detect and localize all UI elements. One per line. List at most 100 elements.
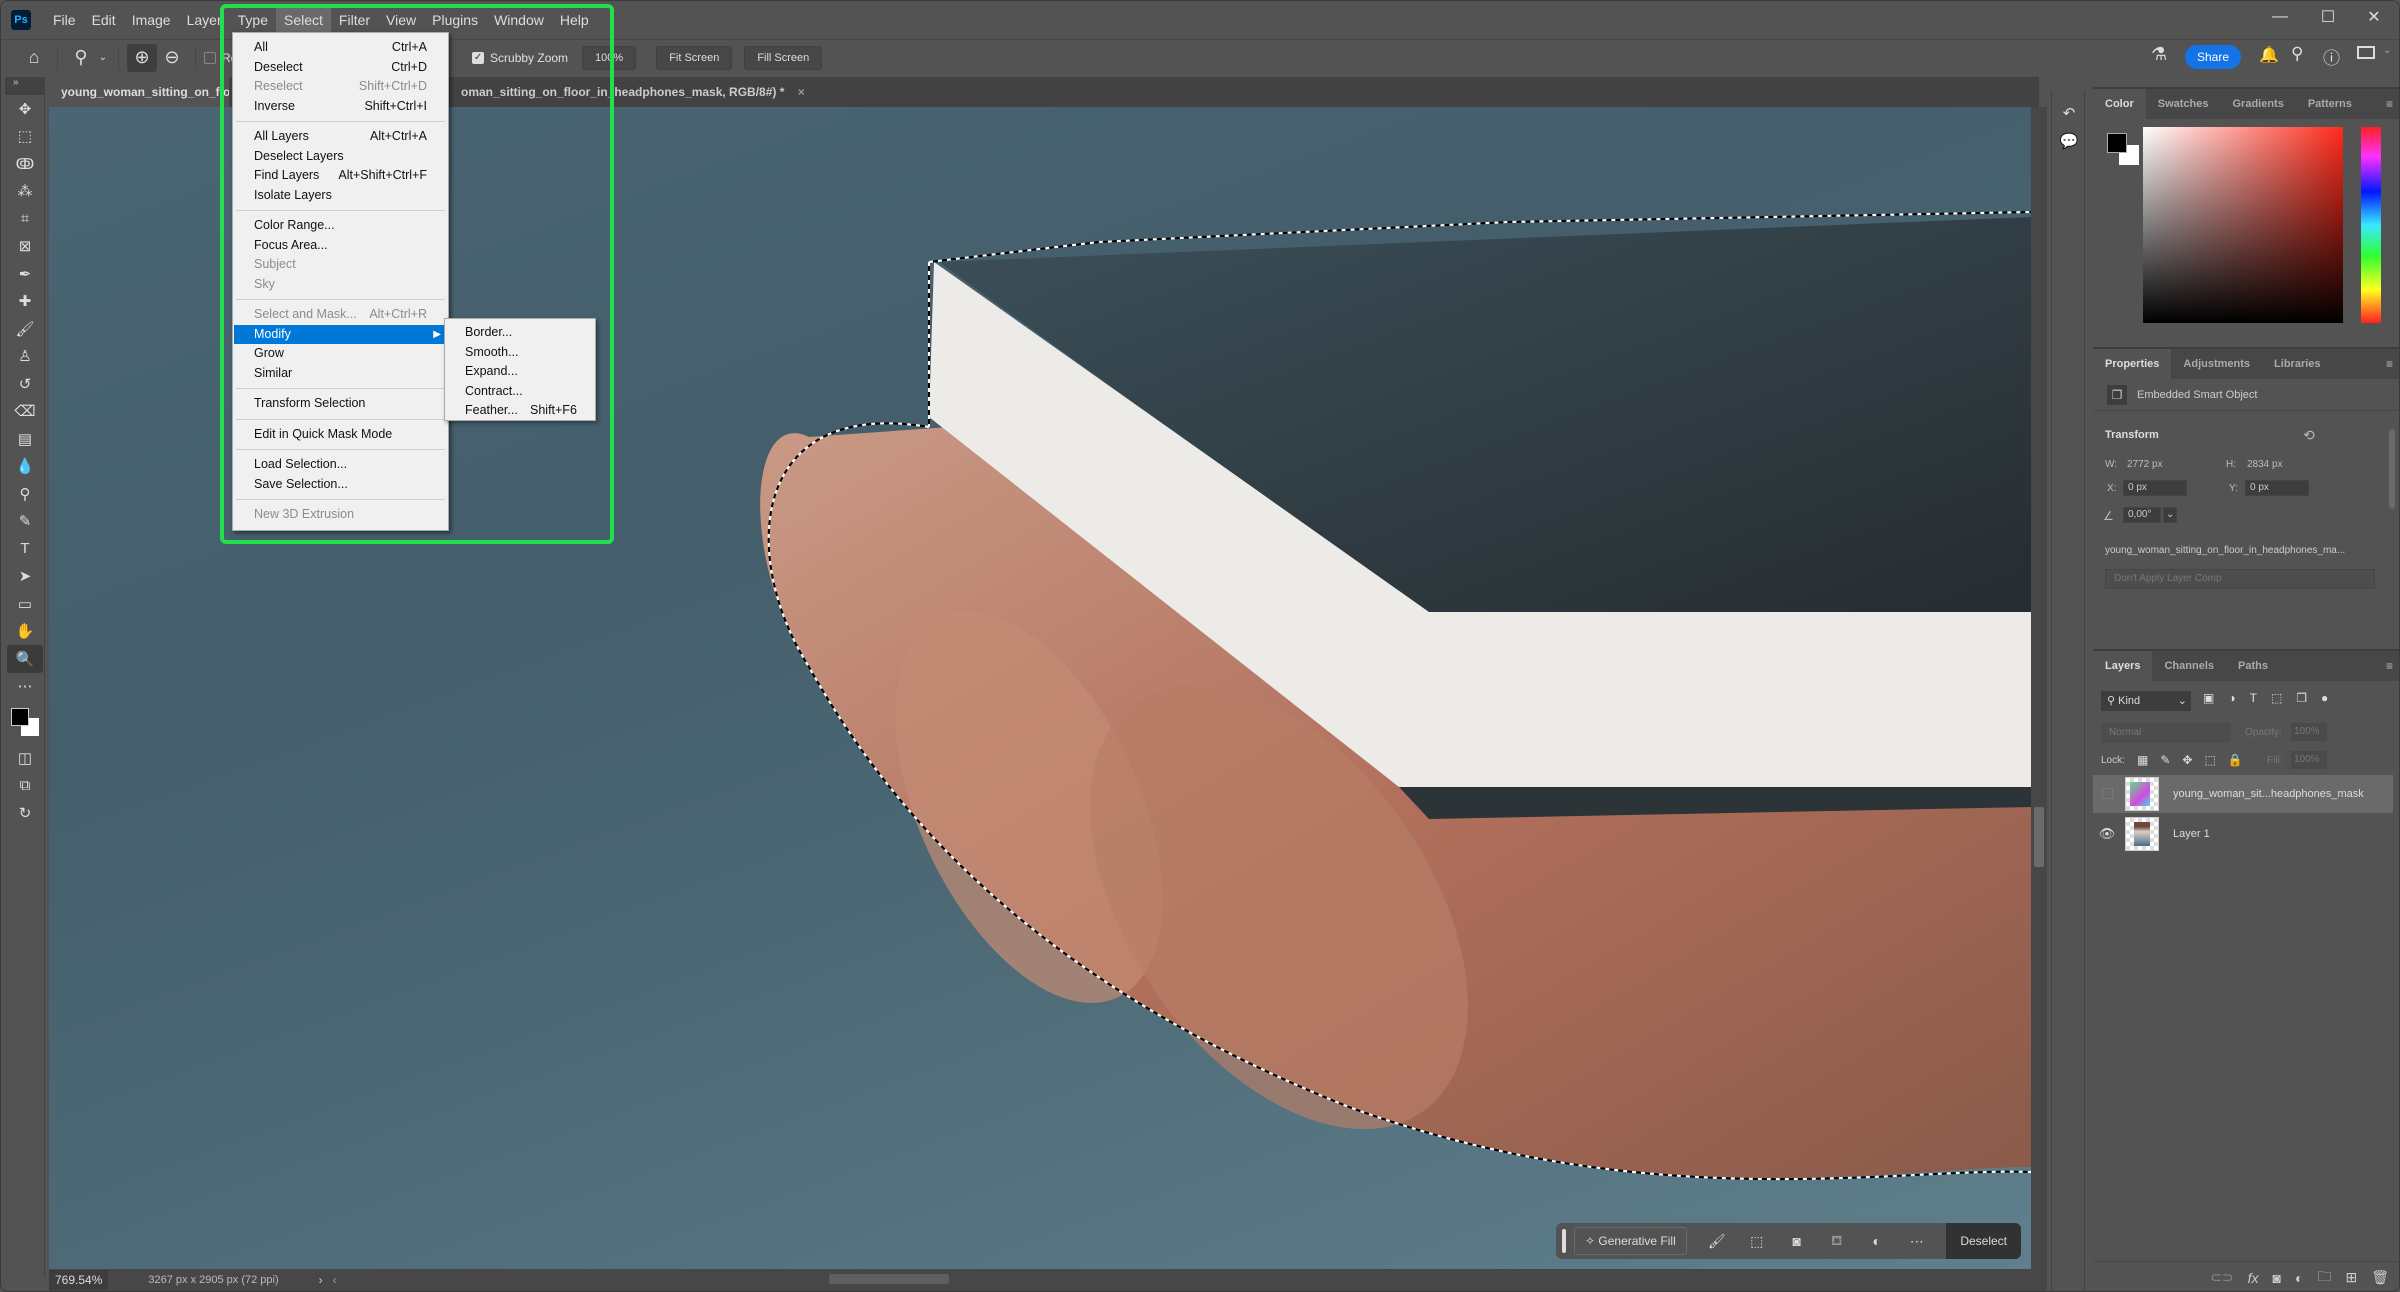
menu-item-save-selection[interactable]: Save Selection... bbox=[234, 475, 447, 494]
menu-type[interactable]: Type bbox=[230, 5, 276, 35]
document-tab-active[interactable]: young_woman_sitting_on_floor bbox=[49, 77, 229, 107]
status-chevron-icon[interactable]: › bbox=[319, 1273, 323, 1287]
menu-item-similar[interactable]: Similar bbox=[234, 364, 447, 383]
menu-select[interactable]: Select bbox=[276, 5, 331, 35]
dodge-icon[interactable]: ⚲ bbox=[7, 480, 43, 508]
fx-icon[interactable]: fx bbox=[2248, 1270, 2259, 1286]
zoom-in-icon[interactable]: ⊕ bbox=[127, 43, 157, 72]
vertical-scrollbar[interactable] bbox=[2031, 107, 2047, 1269]
close-window-button[interactable]: ✕ bbox=[2351, 1, 2397, 33]
adjustment-filter-icon[interactable]: ◑ bbox=[2228, 691, 2235, 705]
opacity-input[interactable]: 100% bbox=[2291, 723, 2327, 741]
scrubby-zoom-checkbox[interactable]: ✓ bbox=[472, 51, 485, 64]
maximize-button[interactable]: ☐ bbox=[2305, 1, 2351, 33]
shape-filter-icon[interactable]: ⬚ bbox=[2271, 691, 2282, 705]
menu-item-inverse[interactable]: Inverse Shift+Ctrl+I bbox=[234, 97, 447, 116]
tab-swatches[interactable]: Swatches bbox=[2146, 89, 2221, 119]
lock-pixels-icon[interactable]: ✎ bbox=[2160, 753, 2170, 767]
close-tab-icon[interactable]: × bbox=[798, 85, 805, 99]
share-button[interactable]: Share bbox=[2185, 45, 2241, 69]
delete-layer-icon[interactable]: 🗑 bbox=[2371, 1269, 2389, 1286]
zoom-level[interactable]: 769.54% bbox=[49, 1270, 109, 1290]
submenu-item-border[interactable]: Border... bbox=[445, 323, 595, 342]
beaker-icon[interactable]: ⚗ bbox=[2151, 44, 2167, 65]
new-layer-icon[interactable]: ⊞ bbox=[2345, 1269, 2357, 1286]
magic-wand-icon[interactable]: ⁂ bbox=[7, 178, 43, 206]
smart-object-filter-icon[interactable]: ❐ bbox=[2296, 691, 2307, 705]
home-icon[interactable]: ⌂ bbox=[19, 44, 49, 72]
angle-dropdown-chevron-icon[interactable]: ⌄ bbox=[2163, 507, 2177, 523]
clone-stamp-icon[interactable]: ♙ bbox=[7, 343, 43, 371]
submenu-item-smooth[interactable]: Smooth... bbox=[445, 343, 595, 362]
share-for-review-icon[interactable]: ↻ bbox=[7, 799, 43, 827]
lock-artboard-icon[interactable]: ⬚ bbox=[2204, 753, 2215, 767]
layer-filter-select[interactable]: ⚲ Kind ⌄ bbox=[2101, 691, 2191, 711]
layer-row[interactable]: 👁 Layer 1 bbox=[2093, 815, 2393, 853]
fit-screen-button[interactable]: Fit Screen bbox=[656, 45, 733, 70]
properties-scrollbar[interactable] bbox=[2389, 429, 2395, 509]
type-icon[interactable]: T bbox=[7, 535, 43, 563]
menu-image[interactable]: Image bbox=[124, 5, 179, 35]
chevron-down-icon[interactable]: ⌄ bbox=[96, 44, 110, 72]
menu-help[interactable]: Help bbox=[552, 5, 597, 35]
menu-item-color-range[interactable]: Color Range... bbox=[234, 216, 447, 235]
document-tab[interactable]: oman_sitting_on_floor_in_headphones_mask… bbox=[449, 77, 817, 107]
menu-item-focus-area[interactable]: Focus Area... bbox=[234, 236, 447, 255]
lock-position-icon[interactable]: ✥ bbox=[2182, 753, 2192, 767]
adjustment-layer-icon[interactable]: ◐ bbox=[1857, 1233, 1897, 1249]
more-tools-icon[interactable]: ⋯ bbox=[7, 673, 43, 701]
submenu-item-contract[interactable]: Contract... bbox=[445, 382, 595, 401]
chevron-down-icon[interactable]: ⌄ bbox=[2383, 45, 2391, 56]
scrollbar-thumb[interactable] bbox=[2034, 807, 2044, 867]
menu-view[interactable]: View bbox=[378, 5, 424, 35]
menu-item-all[interactable]: All Ctrl+A bbox=[234, 38, 447, 57]
tab-adjustments[interactable]: Adjustments bbox=[2171, 349, 2262, 379]
hue-slider[interactable] bbox=[2361, 127, 2381, 323]
color-picker-field[interactable] bbox=[2143, 127, 2343, 323]
generative-fill-button[interactable]: ✧ Generative Fill bbox=[1574, 1227, 1687, 1255]
frame-icon[interactable]: ⊠ bbox=[7, 233, 43, 261]
screen-mode-icon[interactable]: ⧉ bbox=[7, 772, 43, 800]
menu-edit[interactable]: Edit bbox=[84, 5, 124, 35]
tab-properties[interactable]: Properties bbox=[2093, 349, 2172, 379]
layer-name[interactable]: young_woman_sit...headphones_mask bbox=[2173, 788, 2364, 800]
menu-item-load-selection[interactable]: Load Selection... bbox=[234, 455, 447, 474]
foreground-color-swatch[interactable] bbox=[11, 708, 29, 726]
x-position-input[interactable]: 0 px bbox=[2123, 480, 2187, 496]
more-options-icon[interactable]: ⋯ bbox=[1897, 1233, 1937, 1250]
tab-paths[interactable]: Paths bbox=[2226, 651, 2280, 681]
reset-transform-icon[interactable]: ⟲ bbox=[2303, 427, 2315, 444]
menu-plugins[interactable]: Plugins bbox=[424, 5, 486, 35]
zoom-100-button[interactable]: 100% bbox=[582, 45, 637, 70]
y-position-input[interactable]: 0 px bbox=[2245, 480, 2309, 496]
help-icon[interactable]: ⓘ bbox=[2323, 44, 2340, 69]
minimize-button[interactable]: — bbox=[2257, 1, 2303, 33]
color-swatches[interactable] bbox=[11, 708, 47, 744]
modify-selection-brush-icon[interactable]: 🖌 bbox=[1697, 1233, 1737, 1250]
horizontal-scrollbar-thumb[interactable] bbox=[829, 1274, 949, 1284]
layer-row[interactable]: young_woman_sit...headphones_mask bbox=[2093, 775, 2393, 813]
tab-color[interactable]: Color bbox=[2093, 89, 2146, 119]
layer-name[interactable]: Layer 1 bbox=[2173, 828, 2210, 840]
tab-patterns[interactable]: Patterns bbox=[2296, 89, 2364, 119]
submenu-item-expand[interactable]: Expand... bbox=[445, 362, 595, 381]
comments-icon[interactable]: 💬 bbox=[2052, 127, 2086, 155]
healing-brush-icon[interactable]: ✚ bbox=[7, 288, 43, 316]
new-adjustment-layer-icon[interactable]: ◐ bbox=[2295, 1270, 2303, 1286]
crop-icon[interactable]: ⌗ bbox=[7, 205, 43, 233]
tab-channels[interactable]: Channels bbox=[2152, 651, 2226, 681]
hand-icon[interactable]: ✋ bbox=[7, 618, 43, 646]
drag-handle[interactable] bbox=[1562, 1229, 1566, 1253]
type-filter-icon[interactable]: T bbox=[2250, 691, 2257, 705]
menu-item-edit-in-quick-mask-mode[interactable]: Edit in Quick Mask Mode bbox=[234, 425, 447, 444]
menu-item-modify[interactable]: Modify ▶ bbox=[234, 324, 447, 344]
zoom-icon[interactable]: 🔍 bbox=[7, 645, 43, 673]
lock-transparency-icon[interactable]: ▦ bbox=[2137, 753, 2148, 767]
menu-filter[interactable]: Filter bbox=[331, 5, 378, 35]
bell-icon[interactable]: 🔔 bbox=[2259, 45, 2279, 65]
menu-file[interactable]: File bbox=[45, 5, 84, 35]
zoom-out-icon[interactable]: ⊖ bbox=[157, 44, 187, 72]
tab-libraries[interactable]: Libraries bbox=[2262, 349, 2332, 379]
visibility-toggle-off[interactable] bbox=[2093, 787, 2121, 802]
scroll-left-icon[interactable]: ‹ bbox=[333, 1273, 337, 1287]
